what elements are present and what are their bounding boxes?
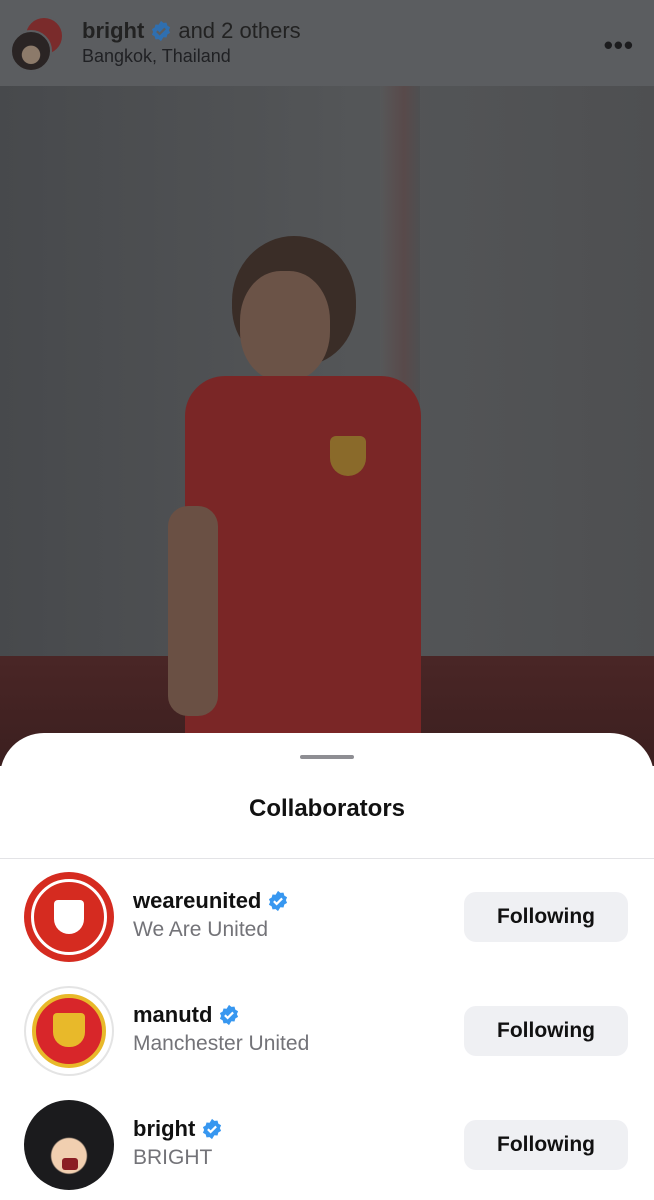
- collaborator-username[interactable]: manutd: [133, 1002, 212, 1028]
- collaborator-avatar[interactable]: [24, 1100, 114, 1190]
- post-others-link[interactable]: and 2 others: [178, 18, 300, 44]
- verified-icon: [220, 1004, 239, 1026]
- sheet-grabber[interactable]: [300, 755, 354, 759]
- photo-shirt-crest: [330, 436, 366, 476]
- verified-icon: [152, 20, 171, 42]
- collaborator-avatar[interactable]: [24, 986, 114, 1076]
- collaborator-display-name: BRIGHT: [133, 1146, 213, 1169]
- collaborator-display-name: We Are United: [133, 918, 269, 941]
- post-author-line[interactable]: bright and 2 others: [82, 18, 301, 44]
- collaborator-display-name: Manchester United: [133, 1032, 310, 1055]
- collaborator-row[interactable]: bright BRIGHT Following: [0, 1100, 654, 1200]
- club-crest-icon: [32, 994, 106, 1068]
- following-button[interactable]: Following: [464, 1006, 628, 1056]
- collaborator-username[interactable]: bright: [133, 1116, 195, 1142]
- club-crest-icon: [31, 879, 107, 955]
- post-photo: [0, 86, 654, 766]
- post-location[interactable]: Bangkok, Thailand: [82, 46, 231, 67]
- photo-person-arm: [168, 506, 218, 716]
- crest-shield-shape: [53, 1013, 85, 1047]
- collaborators-sheet: Collaborators weareunited We Are United …: [0, 733, 654, 1200]
- collab-avatar-stack[interactable]: [10, 16, 66, 72]
- collaborator-avatar[interactable]: [24, 872, 114, 962]
- sheet-title: Collaborators: [248, 795, 406, 822]
- collaborator-username[interactable]: weareunited: [133, 888, 261, 914]
- post-author-username[interactable]: bright: [82, 18, 144, 44]
- avatar-mouth-shape: [62, 1158, 78, 1170]
- collab-avatar-primary: [10, 30, 52, 72]
- collaborator-name-line[interactable]: bright: [133, 1116, 223, 1142]
- more-options-icon[interactable]: •••: [604, 30, 634, 61]
- post-header: bright and 2 others Bangkok, Thailand ••…: [0, 0, 654, 86]
- following-button[interactable]: Following: [464, 1120, 628, 1170]
- crest-shield-shape: [54, 900, 84, 934]
- photo-person-face: [240, 271, 330, 381]
- collaborator-row[interactable]: manutd Manchester United Following: [0, 986, 654, 1086]
- collaborator-name-line[interactable]: manutd: [133, 1002, 240, 1028]
- following-button[interactable]: Following: [464, 892, 628, 942]
- verified-icon: [269, 890, 288, 912]
- sheet-divider: [0, 858, 654, 859]
- collaborator-name-line[interactable]: weareunited: [133, 888, 289, 914]
- collaborator-row[interactable]: weareunited We Are United Following: [0, 872, 654, 972]
- verified-icon: [203, 1118, 222, 1140]
- photo-person-shirt: [185, 376, 421, 746]
